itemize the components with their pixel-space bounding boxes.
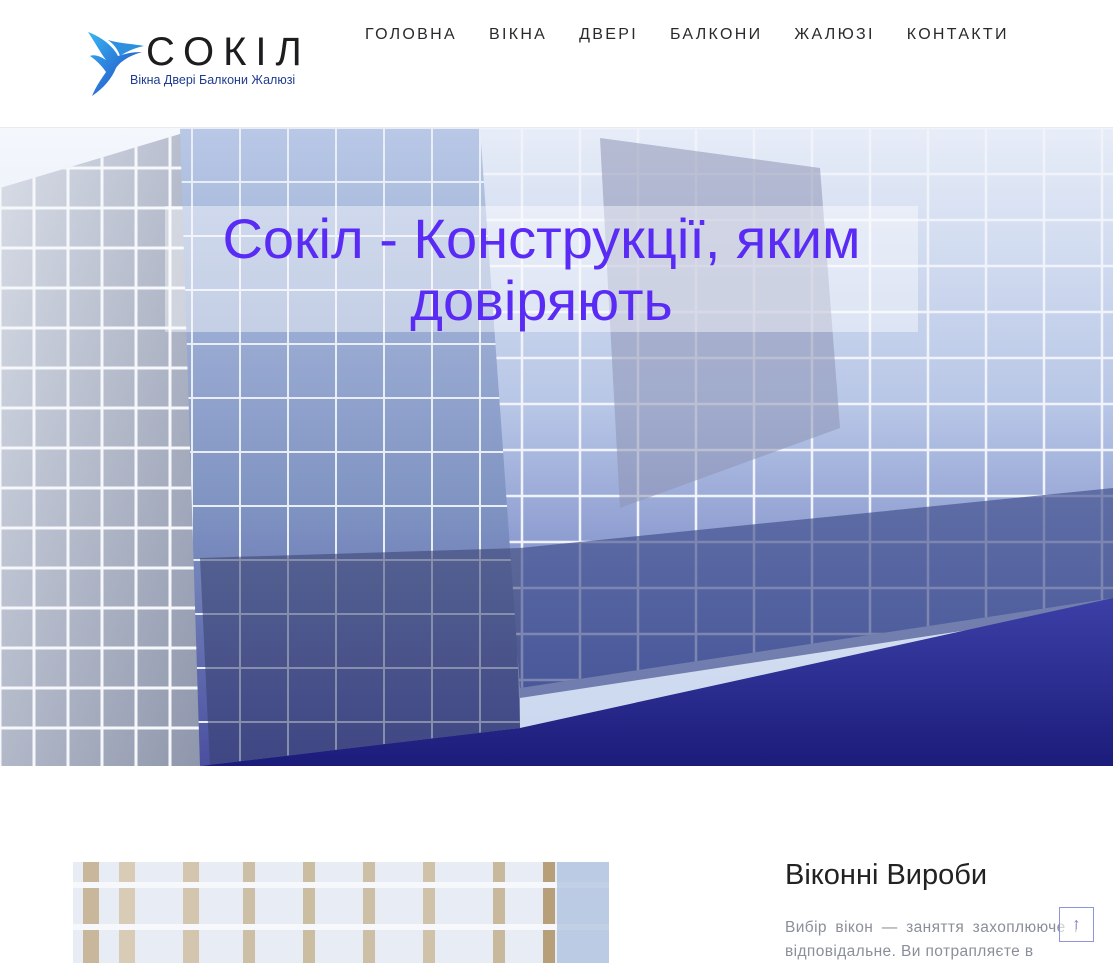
hero-title-line2: довіряють <box>410 269 673 332</box>
site-header: СОКІЛ Вікна Двері Балкони Жалюзі ГОЛОВНА… <box>0 0 1113 128</box>
nav-item-home[interactable]: ГОЛОВНА <box>365 24 457 46</box>
falcon-logo-icon <box>88 32 144 96</box>
section-title: Віконні Вироби <box>785 859 988 891</box>
window-frames-illustration <box>73 862 609 963</box>
hero-title-line1: Сокіл - Конструкції, яким <box>222 207 861 270</box>
nav-item-doors[interactable]: ДВЕРІ <box>579 24 638 46</box>
window-product-image <box>73 862 609 963</box>
hero-banner: Сокіл - Конструкції, яким довіряють <box>0 128 1113 766</box>
arrow-up-icon: ↑ <box>1072 915 1081 933</box>
nav-item-balconies[interactable]: БАЛКОНИ <box>670 24 762 46</box>
main-nav: ГОЛОВНА ВІКНА ДВЕРІ БАЛКОНИ ЖАЛЮЗІ КОНТА… <box>365 24 1009 46</box>
scroll-to-top-button[interactable]: ↑ <box>1059 907 1094 942</box>
logo[interactable]: СОКІЛ Вікна Двері Балкони Жалюзі <box>86 26 316 102</box>
section-text: Вибір вікон — заняття захоплююче і відпо… <box>785 919 1078 960</box>
nav-item-contacts[interactable]: КОНТАКТИ <box>907 24 1009 46</box>
logo-subtitle: Вікна Двері Балкони Жалюзі <box>130 73 296 87</box>
nav-item-windows[interactable]: ВІКНА <box>489 24 547 46</box>
hero-title: Сокіл - Конструкції, яким довіряють <box>165 208 918 332</box>
logo-title: СОКІЛ <box>146 30 311 74</box>
nav-item-blinds[interactable]: ЖАЛЮЗІ <box>794 24 874 46</box>
